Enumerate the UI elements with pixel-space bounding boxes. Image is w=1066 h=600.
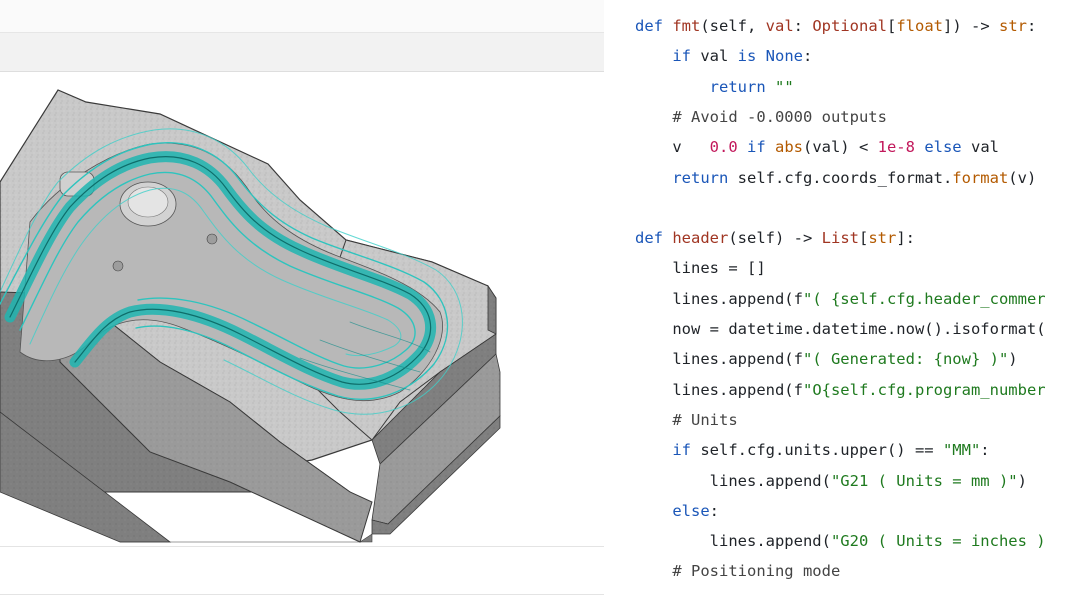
code-token: : — [980, 441, 990, 460]
code-token: header — [672, 229, 729, 248]
code-token: fmt — [672, 17, 701, 35]
code-token: (v) — [1008, 168, 1037, 187]
code-token: return — [709, 77, 775, 96]
code-token: is — [737, 47, 766, 66]
code-token: float — [896, 17, 943, 35]
code-token: [ — [886, 17, 897, 35]
viewer-header-bar — [0, 0, 604, 33]
code-token: "( Generated: {now} )" — [802, 350, 1009, 369]
code-line: # Positioning mode — [635, 556, 840, 586]
code-token: 0.0 — [709, 138, 747, 157]
code-token: lines = [] — [635, 259, 766, 278]
code-token: format — [952, 168, 1009, 187]
code-token: 1e-8 — [877, 138, 925, 157]
code-token: self.cfg.units.upper() == — [700, 441, 943, 460]
code-token: "" — [774, 77, 794, 96]
code-token: else — [672, 501, 710, 520]
screenshot-root: def fmt(self, val: Optional[float]) -> s… — [0, 0, 1066, 600]
code-line: lines = [] — [635, 253, 766, 283]
code-token: ]) -> — [943, 17, 999, 35]
code-token: self.cfg.coords_format. — [737, 168, 953, 187]
code-token: abs — [774, 138, 803, 157]
code-token: lines.append(f — [635, 350, 803, 369]
code-token: List — [821, 229, 859, 248]
code-token: : — [709, 501, 719, 520]
code-token: lines.append(f — [635, 289, 803, 308]
code-token: if — [672, 441, 701, 460]
code-line: # Avoid -0.0000 outputs — [635, 102, 887, 132]
code-token: : — [793, 17, 813, 35]
code-token: Optional — [812, 17, 887, 35]
code-line: lines.append(f"( Generated: {now} )") — [635, 344, 1018, 374]
code-token: if — [672, 47, 701, 66]
code-token: # Positioning mode — [672, 562, 841, 581]
code-line: if val is None: — [635, 41, 812, 71]
code-token: ) — [1008, 350, 1018, 369]
code-token: val — [700, 47, 738, 66]
code-line: lines.append("G21 ( Units = mm )") — [635, 466, 1027, 496]
code-token: lines.append(f — [635, 380, 803, 399]
code-token: def — [635, 17, 673, 35]
code-token: # Avoid -0.0000 outputs — [672, 107, 887, 126]
code-line: def header(self) -> List[str]: — [635, 223, 915, 253]
code-token: None — [765, 47, 803, 66]
code-token: lines.append( — [635, 532, 831, 551]
code-token: : — [802, 47, 813, 66]
code-line: lines.append("G20 ( Units = inches ) — [635, 526, 1046, 556]
code-token: ) — [1017, 471, 1027, 490]
code-line: lines.append(f"O{self.cfg.program_number — [635, 375, 1046, 405]
viewer-divider-lower — [0, 546, 604, 547]
code-token: return — [672, 168, 738, 187]
code-token: now = datetime.datetime.now().isoformat( — [635, 320, 1046, 338]
viewer-divider-bottom — [0, 594, 604, 595]
viewer-toolbar — [0, 33, 604, 72]
code-line: # Units — [635, 405, 738, 435]
code-token: if — [746, 138, 775, 157]
code-token: (val) < — [802, 138, 878, 157]
code-token: val — [970, 138, 999, 157]
code-line: return self.cfg.coords_format.format(v) — [635, 163, 1036, 193]
code-token: lines.append( — [635, 471, 831, 490]
cad-part-render[interactable] — [0, 72, 604, 600]
code-token: else — [924, 138, 971, 157]
code-token: "( {self.cfg.header_commer — [802, 289, 1046, 308]
code-token: [ — [858, 229, 869, 248]
code-token: "O{self.cfg.program_number — [802, 380, 1046, 399]
code-line: if self.cfg.units.upper() == "MM": — [635, 435, 990, 465]
code-line: now = datetime.datetime.now().isoformat( — [635, 314, 1046, 344]
code-token: "G21 ( Units = mm )" — [830, 471, 1018, 490]
code-token: : — [1027, 17, 1037, 35]
code-token: "G20 ( Units = inches ) — [830, 532, 1046, 551]
code-line: lines.append(f"( {self.cfg.header_commer — [635, 284, 1046, 314]
code-token: (self, — [700, 17, 766, 35]
code-token: # Units — [672, 410, 738, 429]
cad-viewer-panel — [0, 0, 604, 600]
code-token: ]: — [896, 229, 915, 248]
code-token: v — [635, 138, 710, 157]
code-editor-panel[interactable]: def fmt(self, val: Optional[float]) -> s… — [604, 0, 1066, 600]
code-token: val — [765, 17, 794, 35]
code-line: return "" — [635, 72, 794, 102]
code-token: "MM" — [942, 441, 981, 460]
code-line: def fmt(self, val: Optional[float]) -> s… — [635, 11, 1036, 41]
code-token: str — [868, 229, 897, 248]
code-token: str — [999, 17, 1027, 35]
code-line: else: — [635, 496, 719, 526]
code-token: def — [635, 229, 673, 248]
code-token: (self) -> — [728, 229, 822, 248]
code-line: v 0.0 if abs(val) < 1e-8 else val — [635, 132, 999, 162]
